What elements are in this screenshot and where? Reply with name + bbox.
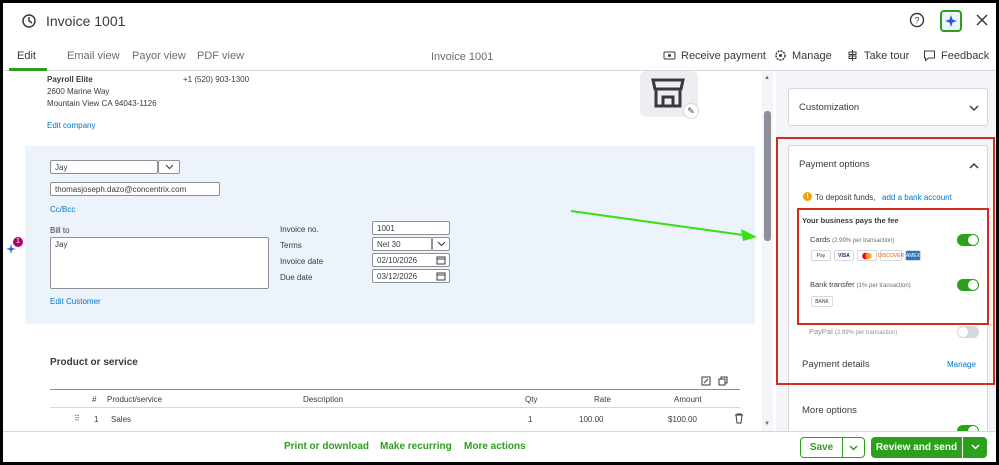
make-recurring-link[interactable]: Make recurring bbox=[380, 441, 452, 452]
app-window: Invoice 1001 ? Edit Email view Payor vie… bbox=[3, 3, 996, 462]
edit-columns-icon[interactable] bbox=[701, 376, 711, 386]
save-dropdown-button[interactable] bbox=[843, 437, 865, 458]
notification-badge: 1 bbox=[13, 237, 23, 247]
more-actions-link[interactable]: More actions bbox=[464, 441, 526, 452]
invoice-document: Payroll Elite +1 (520) 903-1300 2600 Mar… bbox=[25, 71, 755, 431]
bill-to-textarea[interactable]: Jay bbox=[50, 237, 269, 289]
edit-company-link[interactable]: Edit company bbox=[47, 121, 95, 130]
receive-payment-button[interactable]: Receive payment bbox=[663, 49, 766, 62]
chevron-down-icon bbox=[165, 164, 173, 170]
window-title: Invoice 1001 bbox=[46, 13, 126, 29]
edit-customer-link[interactable]: Edit Customer bbox=[50, 297, 101, 306]
col-product: Product/service bbox=[107, 395, 163, 404]
company-address-line-1: 2600 Marine Way bbox=[47, 87, 110, 96]
col-amount: Amount bbox=[674, 395, 702, 404]
tab-pdf-view[interactable]: PDF view bbox=[197, 50, 244, 62]
customer-email-field[interactable]: thomasjoseph.dazo@concentrix.com bbox=[50, 182, 220, 196]
bill-to-label: Bill to bbox=[50, 226, 70, 235]
row-product[interactable]: Sales bbox=[111, 415, 131, 424]
chevron-down-icon[interactable] bbox=[969, 105, 979, 112]
customization-card[interactable]: Customization bbox=[788, 88, 988, 126]
company-logo[interactable]: ✎ bbox=[640, 71, 699, 119]
assistant-icon[interactable] bbox=[940, 10, 962, 32]
row-number: 1 bbox=[94, 415, 99, 424]
due-date-label: Due date bbox=[280, 273, 313, 282]
calendar-icon[interactable] bbox=[436, 255, 446, 265]
review-and-send-button[interactable]: Review and send bbox=[871, 437, 962, 458]
document-scrollbar[interactable]: ▲ ▼ bbox=[762, 71, 773, 431]
tab-edit[interactable]: Edit bbox=[17, 50, 36, 62]
trash-icon[interactable] bbox=[734, 413, 744, 424]
col-rate: Rate bbox=[594, 395, 611, 404]
products-header-row: # Product/service Description Qty Rate A… bbox=[50, 389, 740, 407]
drag-handle-icon[interactable]: ⠿ bbox=[74, 414, 80, 423]
help-icon[interactable]: ? bbox=[909, 12, 925, 28]
chevron-down-icon bbox=[437, 241, 446, 247]
svg-text:?: ? bbox=[914, 16, 919, 26]
tab-payor-view[interactable]: Payor view bbox=[132, 50, 186, 62]
title-bar: Invoice 1001 ? bbox=[3, 3, 996, 41]
gear-icon bbox=[775, 50, 786, 61]
signpost-icon bbox=[848, 50, 857, 61]
company-address-line-2: Mountain View CA 94043-1126 bbox=[47, 99, 157, 108]
calendar-icon[interactable] bbox=[436, 271, 446, 281]
row-rate[interactable]: 100.00 bbox=[579, 415, 603, 424]
customer-dropdown[interactable] bbox=[158, 160, 180, 174]
close-icon[interactable] bbox=[975, 13, 989, 27]
terms-label: Terms bbox=[280, 241, 302, 250]
terms-dropdown[interactable] bbox=[432, 237, 450, 251]
save-button[interactable]: Save bbox=[800, 437, 843, 458]
col-num: # bbox=[92, 395, 97, 404]
feedback-button[interactable]: Feedback bbox=[923, 49, 989, 62]
company-name: Payroll Elite bbox=[47, 75, 93, 84]
invoice-no-label: Invoice no. bbox=[280, 225, 319, 234]
products-heading: Product or service bbox=[50, 357, 138, 368]
fee-section-highlight bbox=[797, 208, 989, 325]
edit-logo-icon[interactable]: ✎ bbox=[683, 103, 699, 119]
terms-select[interactable]: Net 30 bbox=[372, 237, 432, 251]
cc-bcc-link[interactable]: Cc/Bcc bbox=[50, 205, 75, 214]
scroll-up-icon[interactable]: ▲ bbox=[764, 75, 770, 81]
table-row[interactable]: ⠿ 1 Sales 1 100.00 $100.00 bbox=[50, 408, 743, 430]
row-qty[interactable]: 1 bbox=[528, 415, 532, 424]
receive-payment-icon bbox=[663, 51, 676, 60]
view-tabs: Edit Email view Payor view PDF view Invo… bbox=[3, 41, 996, 71]
history-icon[interactable] bbox=[21, 13, 37, 29]
customer-select[interactable]: Jay bbox=[50, 160, 158, 174]
left-strip: 1 bbox=[3, 71, 23, 431]
invoice-date-label: Invoice date bbox=[280, 257, 324, 266]
customization-title: Customization bbox=[799, 102, 860, 113]
scroll-down-icon[interactable]: ▼ bbox=[764, 421, 770, 427]
scroll-thumb[interactable] bbox=[764, 111, 771, 241]
col-qty: Qty bbox=[525, 395, 538, 404]
company-phone: +1 (520) 903-1300 bbox=[183, 75, 250, 84]
copy-icon[interactable] bbox=[718, 376, 728, 386]
review-dropdown-button[interactable] bbox=[963, 437, 987, 458]
more-options-title[interactable]: More options bbox=[802, 405, 857, 416]
manage-button[interactable]: Manage bbox=[774, 49, 832, 62]
row-amount: $100.00 bbox=[668, 415, 697, 424]
tab-email-view[interactable]: Email view bbox=[67, 50, 120, 62]
store-icon bbox=[651, 78, 685, 108]
chevron-down-icon bbox=[849, 445, 858, 451]
col-description: Description bbox=[303, 395, 344, 404]
feedback-icon bbox=[924, 50, 935, 62]
take-tour-button[interactable]: Take tour bbox=[846, 49, 909, 62]
action-bar: Print or download Make recurring More ac… bbox=[3, 431, 996, 462]
chevron-down-icon bbox=[970, 444, 980, 450]
print-download-link[interactable]: Print or download bbox=[284, 441, 369, 452]
green-arrow-annotation bbox=[570, 210, 757, 241]
center-title: Invoice 1001 bbox=[431, 51, 494, 63]
invoice-no-field[interactable]: 1001 bbox=[372, 221, 450, 235]
